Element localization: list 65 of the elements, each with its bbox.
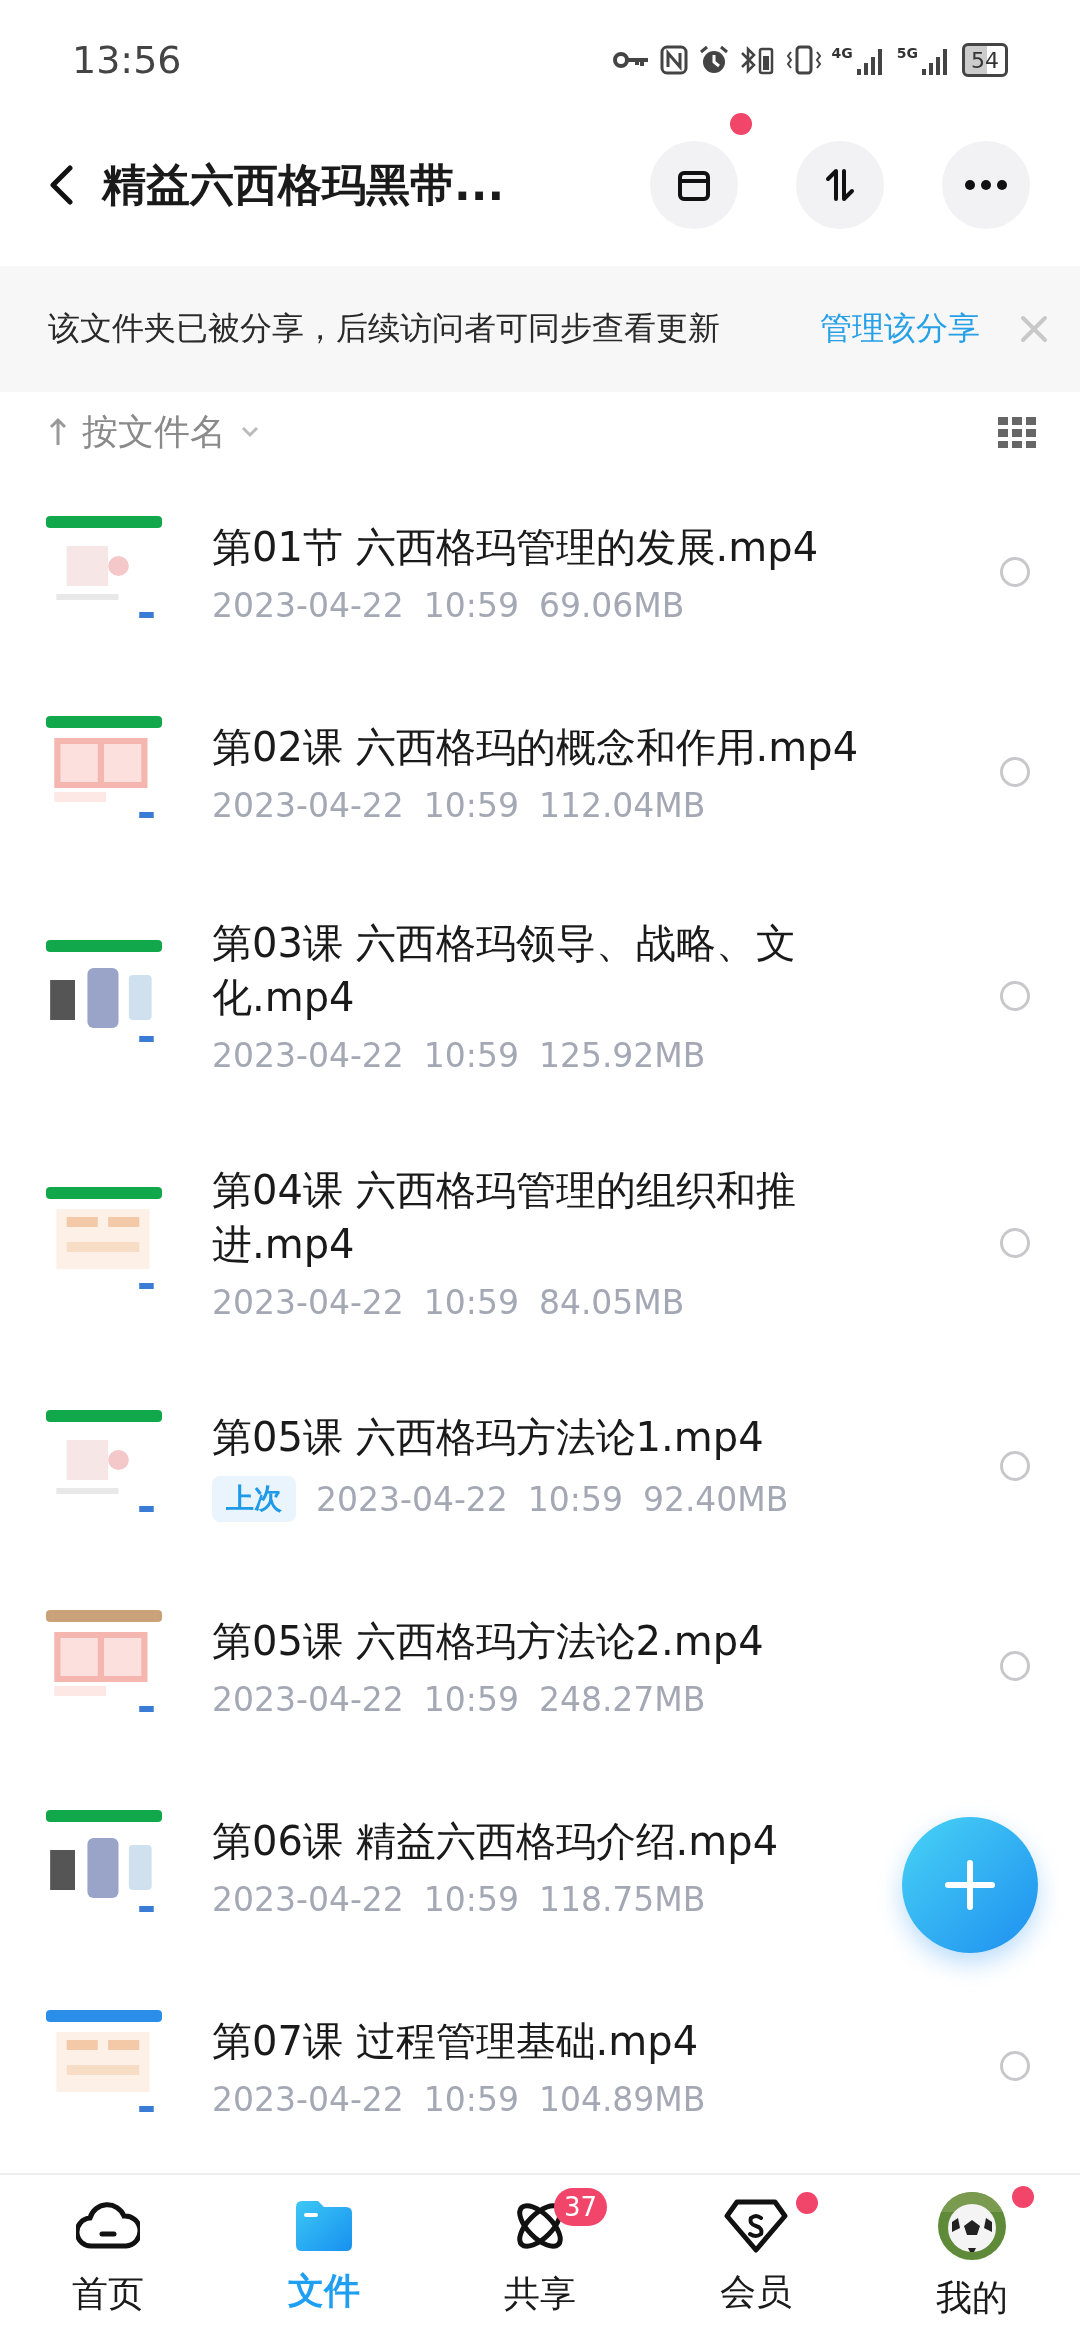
nav-tab[interactable]: 我的	[902, 2192, 1042, 2323]
file-name[interactable]: 第04课 六西格玛管理的组织和推进.mp4	[212, 1163, 892, 1271]
select-radio[interactable]	[1000, 2051, 1030, 2081]
file-time: 10:59	[423, 2079, 519, 2119]
file-time: 10:59	[423, 1036, 519, 1075]
file-name[interactable]: 第02课 六西格玛的概念和作用.mp4	[212, 719, 892, 774]
file-date: 2023-04-22	[212, 585, 404, 625]
nav-tab[interactable]: 首页	[38, 2196, 178, 2319]
file-date: 2023-04-22	[212, 1036, 404, 1075]
file-size: 125.92MB	[538, 1036, 706, 1075]
file-size: 112.04MB	[538, 785, 706, 825]
grid-view-icon[interactable]	[998, 416, 1038, 448]
file-size: 118.75MB	[538, 1879, 706, 1919]
file-time: 10:59	[527, 1479, 623, 1519]
folder-title: 精益六西格玛黑带...	[102, 157, 506, 212]
battery-level: 54	[962, 43, 1008, 77]
vibrate-icon	[785, 44, 822, 76]
file-date: 2023-04-22	[212, 1879, 404, 1919]
file-size: 92.40MB	[642, 1479, 789, 1519]
file-name[interactable]: 第01节 六西格玛管理的发展.mp4	[212, 519, 892, 574]
add-button[interactable]	[902, 1817, 1038, 1953]
file-size: 69.06MB	[538, 585, 685, 625]
plus-icon	[944, 1859, 996, 1911]
file-name[interactable]: 第03课 六西格玛领导、战略、文化.mp4	[212, 916, 892, 1024]
share-notice: 该文件夹已被分享，后续访问者可同步查看更新	[48, 308, 721, 349]
file-time: 10:59	[423, 1283, 519, 1322]
diamond-icon	[723, 2198, 789, 2254]
select-radio[interactable]	[1000, 980, 1030, 1011]
file-time: 10:59	[423, 785, 519, 825]
network-label: 4G	[831, 45, 853, 61]
file-name[interactable]: 第05课 六西格玛方法论2.mp4	[212, 1613, 892, 1668]
file-name[interactable]: 第05课 六西格玛方法论1.mp4	[212, 1410, 892, 1464]
count-badge: 37	[554, 2188, 608, 2226]
nav-tab[interactable]: 会员	[686, 2198, 826, 2317]
network-label: 5G	[896, 45, 918, 61]
back-icon[interactable]	[48, 165, 74, 205]
more-icon	[964, 179, 1008, 191]
file-time: 10:59	[423, 585, 519, 625]
file-date: 2023-04-22	[316, 1479, 508, 1519]
file-date: 2023-04-22	[212, 1283, 404, 1322]
caret-icon	[240, 425, 260, 439]
select-radio[interactable]	[1000, 1651, 1030, 1681]
alarm-icon	[697, 44, 730, 76]
close-icon[interactable]	[1020, 315, 1048, 343]
up-arrow-icon	[48, 417, 68, 447]
select-radio[interactable]	[1000, 557, 1030, 587]
file-time: 10:59	[423, 1879, 519, 1919]
file-size: 104.89MB	[538, 2079, 706, 2119]
file-date: 2023-04-22	[212, 785, 404, 825]
select-radio[interactable]	[1000, 757, 1030, 787]
folder-icon	[294, 2199, 354, 2253]
file-name[interactable]: 第06课 精益六西格玛介绍.mp4	[212, 1813, 892, 1868]
status-time: 13:56	[72, 38, 182, 82]
file-date: 2023-04-22	[212, 2079, 404, 2119]
file-size: 248.27MB	[538, 1679, 706, 1719]
file-time: 10:59	[423, 1679, 519, 1719]
last-viewed-tag: 上次	[212, 1476, 296, 1522]
file-name[interactable]: 第07课 过程管理基础.mp4	[212, 2013, 892, 2068]
bluetooth-icon	[739, 44, 776, 76]
select-radio[interactable]	[1000, 1227, 1030, 1258]
file-date: 2023-04-22	[212, 1679, 404, 1719]
file-size: 84.05MB	[538, 1283, 685, 1322]
nfc-icon	[659, 45, 688, 75]
key-icon	[611, 50, 650, 70]
select-radio[interactable]	[1000, 1451, 1030, 1481]
